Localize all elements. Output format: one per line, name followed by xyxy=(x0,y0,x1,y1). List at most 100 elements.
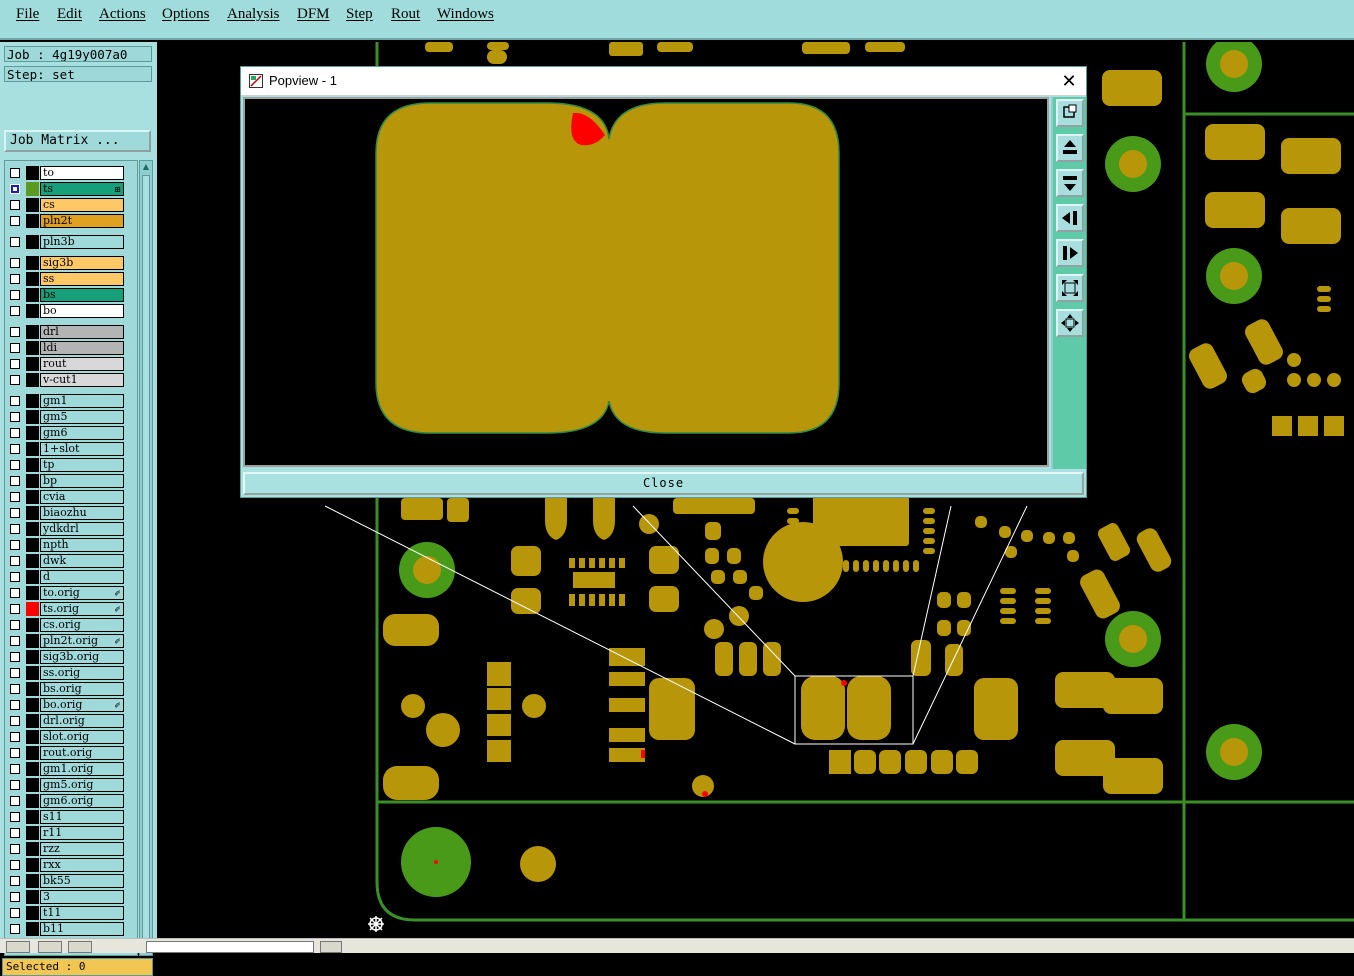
layer-name[interactable]: sig3b.orig xyxy=(40,650,124,664)
layer-row[interactable]: gm5.orig xyxy=(5,777,137,793)
layer-checkbox[interactable] xyxy=(10,748,20,758)
layer-color-swatch[interactable] xyxy=(26,373,39,387)
layer-name[interactable]: sig3b xyxy=(40,256,124,270)
layer-color-swatch[interactable] xyxy=(26,394,39,408)
zoom-fit-icon[interactable] xyxy=(1056,274,1084,302)
layer-row[interactable]: ydkdrl xyxy=(5,521,137,537)
pan-left-icon[interactable] xyxy=(1056,204,1084,232)
layer-row[interactable]: bk55 xyxy=(5,873,137,889)
layer-color-swatch[interactable] xyxy=(26,570,39,584)
layer-name[interactable]: gm5 xyxy=(40,410,124,424)
layer-row[interactable]: dwk xyxy=(5,553,137,569)
layer-checkbox[interactable] xyxy=(10,860,20,870)
layer-name[interactable]: npth xyxy=(40,538,124,552)
layer-name[interactable]: tp xyxy=(40,458,124,472)
layer-row[interactable]: to.orig ✐ xyxy=(5,585,137,601)
layer-name[interactable]: v-cut1 xyxy=(40,373,124,387)
layer-checkbox[interactable] xyxy=(10,780,20,790)
layer-name[interactable]: rxx xyxy=(40,858,124,872)
layer-color-swatch[interactable] xyxy=(26,810,39,824)
layer-row[interactable]: bp xyxy=(5,473,137,489)
close-x-icon[interactable]: ✕ xyxy=(1058,70,1080,92)
layer-color-swatch[interactable] xyxy=(26,198,39,212)
layer-row[interactable]: bs.orig xyxy=(5,681,137,697)
layer-name[interactable]: pln2t.orig ✐ xyxy=(40,634,124,648)
layer-color-swatch[interactable] xyxy=(26,538,39,552)
layer-color-swatch[interactable] xyxy=(26,288,39,302)
zoom-home-icon[interactable] xyxy=(1056,99,1084,127)
menu-file[interactable]: File xyxy=(16,6,39,23)
layer-name[interactable]: r11 xyxy=(40,826,124,840)
layer-row[interactable]: bo.orig ✐ xyxy=(5,697,137,713)
layer-checkbox[interactable] xyxy=(10,428,20,438)
layer-color-swatch[interactable] xyxy=(26,874,39,888)
layer-checkbox[interactable] xyxy=(10,396,20,406)
layer-name[interactable]: bo xyxy=(40,304,124,318)
layer-color-swatch[interactable] xyxy=(26,506,39,520)
status-button-1[interactable] xyxy=(6,941,30,953)
layer-name[interactable]: gm5.orig xyxy=(40,778,124,792)
layer-name[interactable]: bk55 xyxy=(40,874,124,888)
layer-name[interactable]: bp xyxy=(40,474,124,488)
layer-color-swatch[interactable] xyxy=(26,778,39,792)
menu-windows[interactable]: Windows xyxy=(437,6,494,23)
layer-color-swatch[interactable] xyxy=(26,826,39,840)
layer-name[interactable]: slot.orig xyxy=(40,730,124,744)
pan-down-icon[interactable] xyxy=(1056,169,1084,197)
layer-color-swatch[interactable] xyxy=(26,474,39,488)
layer-checkbox[interactable] xyxy=(10,764,20,774)
layer-name[interactable]: s11 xyxy=(40,810,124,824)
layer-checkbox[interactable] xyxy=(10,828,20,838)
layer-color-swatch[interactable] xyxy=(26,304,39,318)
layer-name[interactable]: dwk xyxy=(40,554,124,568)
layer-checkbox[interactable] xyxy=(10,844,20,854)
layer-name[interactable]: rout xyxy=(40,357,124,371)
layer-color-swatch[interactable] xyxy=(26,650,39,664)
layer-checkbox[interactable] xyxy=(10,892,20,902)
layer-row[interactable]: pln2t.orig ✐ xyxy=(5,633,137,649)
layer-color-swatch[interactable] xyxy=(26,586,39,600)
layer-color-swatch[interactable] xyxy=(26,858,39,872)
menu-options[interactable]: Options xyxy=(162,6,210,23)
layer-name[interactable]: cvia xyxy=(40,490,124,504)
layer-name[interactable]: gm1.orig xyxy=(40,762,124,776)
layer-row[interactable]: sig3b.orig xyxy=(5,649,137,665)
layer-color-swatch[interactable] xyxy=(26,634,39,648)
layer-row[interactable]: rzz xyxy=(5,841,137,857)
layer-checkbox[interactable] xyxy=(10,588,20,598)
layer-color-swatch[interactable] xyxy=(26,762,39,776)
layer-name[interactable]: ydkdrl xyxy=(40,522,124,536)
layer-row[interactable]: cs.orig xyxy=(5,617,137,633)
layer-checkbox[interactable] xyxy=(10,620,20,630)
layer-checkbox[interactable] xyxy=(10,684,20,694)
menu-edit[interactable]: Edit xyxy=(57,6,82,23)
menu-dfm[interactable]: DFM xyxy=(297,6,330,23)
layer-row[interactable]: gm1.orig xyxy=(5,761,137,777)
layer-color-swatch[interactable] xyxy=(26,214,39,228)
layer-color-swatch[interactable] xyxy=(26,256,39,270)
layer-name[interactable]: bs.orig xyxy=(40,682,124,696)
layer-name[interactable]: pln2t xyxy=(40,214,124,228)
layer-row[interactable]: b11 xyxy=(5,921,137,937)
layer-checkbox[interactable] xyxy=(10,476,20,486)
layer-name[interactable]: ts ⊞ xyxy=(40,182,124,196)
layer-row[interactable]: npth xyxy=(5,537,137,553)
layer-checkbox[interactable] xyxy=(10,168,20,178)
layer-row[interactable]: ldi xyxy=(5,340,137,356)
layer-checkbox[interactable] xyxy=(10,359,20,369)
layer-color-swatch[interactable] xyxy=(26,794,39,808)
layer-checkbox[interactable] xyxy=(10,412,20,422)
layer-row[interactable]: drl xyxy=(5,324,137,340)
layer-name[interactable]: to.orig ✐ xyxy=(40,586,124,600)
scroll-up-icon[interactable]: ▲ xyxy=(141,162,151,172)
layer-checkbox[interactable] xyxy=(10,274,20,284)
layer-name[interactable]: bo.orig ✐ xyxy=(40,698,124,712)
popview-zoomed-view[interactable] xyxy=(243,97,1049,467)
layer-color-swatch[interactable] xyxy=(26,325,39,339)
layer-color-swatch[interactable] xyxy=(26,618,39,632)
layer-checkbox[interactable] xyxy=(10,636,20,646)
layer-color-swatch[interactable] xyxy=(26,341,39,355)
layer-color-swatch[interactable] xyxy=(26,166,39,180)
layer-row[interactable]: ts.orig ✐ xyxy=(5,601,137,617)
layer-color-swatch[interactable] xyxy=(26,522,39,536)
